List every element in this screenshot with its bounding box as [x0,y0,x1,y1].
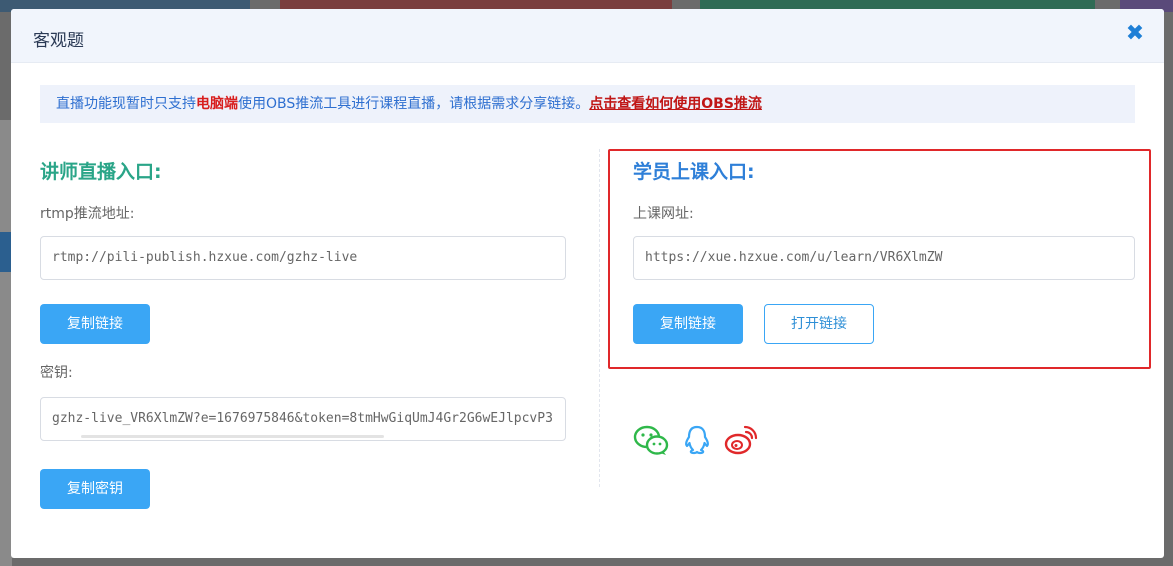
rtmp-url-field[interactable]: rtmp://pili-publish.hzxue.com/gzhz-live [40,236,566,280]
notice-text: 直播功能现暂时只支持 [56,96,196,112]
class-url-field[interactable]: https://xue.hzxue.com/u/learn/VR6XlmZW [633,236,1135,280]
modal-title: 客观题 [33,31,84,51]
class-url-label: 上课网址: [633,206,694,222]
copy-class-link-button[interactable]: 复制链接 [633,304,743,344]
teacher-section-title: 讲师直播入口: [40,161,162,183]
rtmp-label: rtmp推流地址: [40,206,135,222]
obs-guide-link[interactable]: 点击查看如何使用OBS推流 [589,96,762,112]
copy-rtmp-link-button[interactable]: 复制链接 [40,304,150,344]
qq-icon[interactable] [679,424,715,456]
stream-key-field[interactable]: gzhz-live_VR6XlmZW?e=1676975846&token=8t… [40,397,566,441]
student-section-title: 学员上课入口: [633,161,755,183]
key-label: 密钥: [40,365,73,381]
weibo-icon[interactable] [723,424,759,456]
stream-key-value: gzhz-live_VR6XlmZW?e=1676975846&token=8t… [52,411,553,426]
column-divider [599,149,600,487]
modal-header: 客观题 ✖ [11,9,1164,63]
wechat-icon[interactable] [633,424,669,456]
open-class-link-button[interactable]: 打开链接 [764,304,874,344]
copy-key-button[interactable]: 复制密钥 [40,469,150,509]
notice-text: 使用OBS推流工具进行课程直播，请根据需求分享链接。 [238,96,590,112]
notice-highlight: 电脑端 [196,96,238,112]
horizontal-scrollbar[interactable] [81,435,384,438]
notice-banner: 直播功能现暂时只支持电脑端使用OBS推流工具进行课程直播，请根据需求分享链接。点… [40,85,1135,123]
close-icon[interactable]: ✖ [1124,23,1146,45]
live-entry-modal: 客观题 ✖ 直播功能现暂时只支持电脑端使用OBS推流工具进行课程直播，请根据需求… [11,9,1164,558]
